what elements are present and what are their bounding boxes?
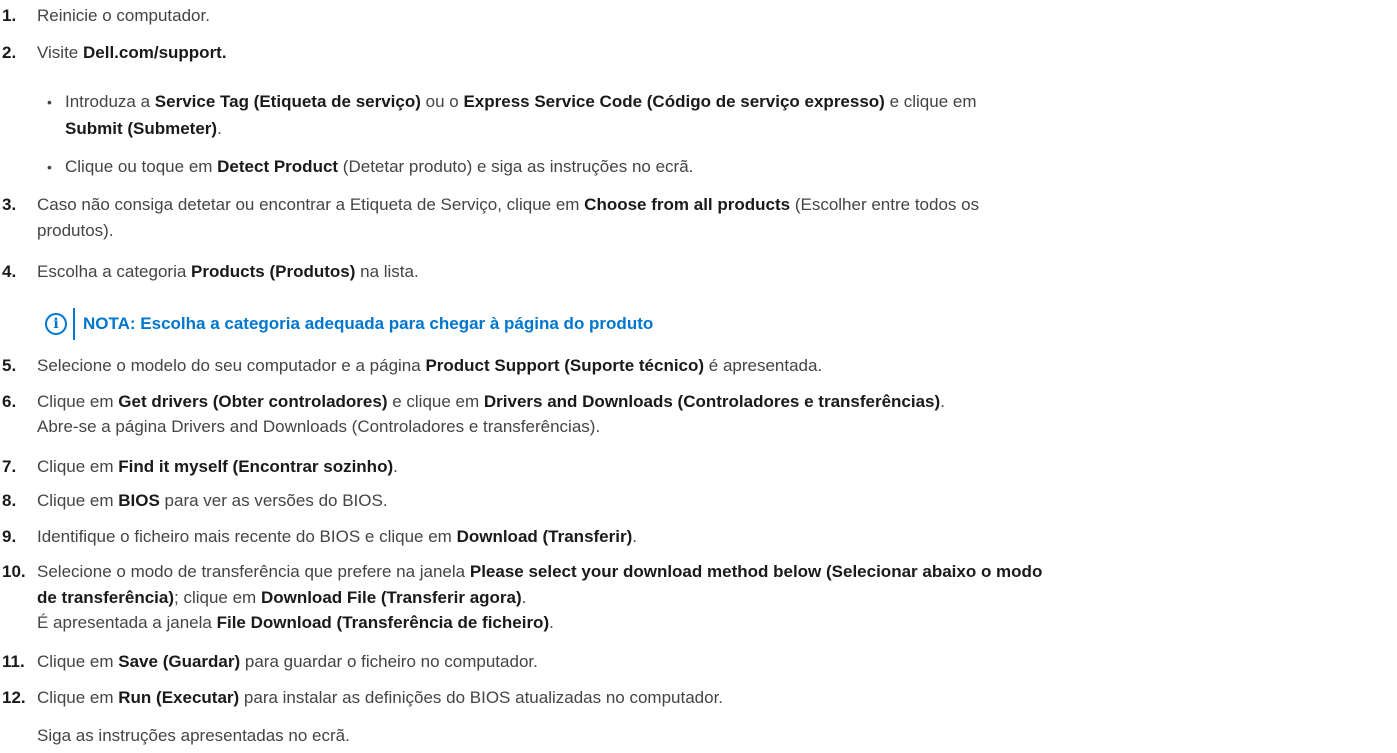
step-text: de transferência); clique em Download Fi… bbox=[37, 586, 1392, 610]
step-text: Visite Dell.com/support. bbox=[37, 41, 1392, 65]
text-run: ; clique em bbox=[174, 588, 261, 607]
step-text: Siga as instruções apresentadas no ecrã. bbox=[37, 726, 350, 745]
bold-term: Find it myself (Encontrar sozinho) bbox=[118, 457, 394, 476]
step-text: Abre-se a página Drivers and Downloads (… bbox=[37, 417, 601, 436]
text-run: para instalar as definições do BIOS atua… bbox=[239, 688, 724, 707]
note-callout: i NOTA: Escolha a categoria adequada par… bbox=[45, 308, 653, 340]
bullet-icon: • bbox=[47, 159, 52, 175]
text-run: Clique em bbox=[37, 688, 119, 707]
step-text: Identifique o ficheiro mais recente do B… bbox=[37, 525, 1392, 549]
text-run: Visite bbox=[37, 43, 83, 62]
step-text: Clique em BIOS para ver as versões do BI… bbox=[37, 489, 1392, 513]
text-run: é apresentada. bbox=[704, 356, 823, 375]
text-run: e clique em bbox=[387, 392, 484, 411]
step-number: 8. bbox=[2, 491, 17, 510]
step-text: Clique em Run (Executar) para instalar a… bbox=[37, 686, 1392, 710]
bold-term: Service Tag (Etiqueta de serviço) bbox=[154, 92, 421, 111]
text-run: . bbox=[521, 588, 527, 607]
bold-term: File Download (Transferência de ficheiro… bbox=[216, 613, 550, 632]
step-text: Clique em Save (Guardar) para guardar o … bbox=[37, 650, 1392, 674]
note-divider bbox=[73, 308, 75, 340]
bullet-icon: • bbox=[47, 94, 52, 110]
step-number: 9. bbox=[2, 527, 17, 546]
step-text: Reinicie o computador. bbox=[37, 6, 210, 25]
bold-term: Submit (Submeter) bbox=[65, 119, 218, 138]
bold-term: Download File (Transferir agora) bbox=[260, 588, 522, 607]
text-run: Selecione o modo de transferência que pr… bbox=[37, 562, 470, 581]
text-run: Clique em bbox=[37, 652, 119, 671]
step-number: 3. bbox=[2, 195, 17, 214]
text-run: na lista. bbox=[355, 262, 419, 281]
text-run: Clique em bbox=[37, 491, 119, 510]
text-run: (Detetar produto) e siga as instruções n… bbox=[338, 157, 694, 176]
bullet-text: • Clique ou toque em Detect Product (Det… bbox=[47, 155, 1365, 179]
step-number: 10. bbox=[2, 562, 26, 581]
bullet-text: • Introduza a Service Tag (Etiqueta de s… bbox=[47, 90, 1365, 114]
text-run: . bbox=[632, 527, 637, 546]
text-run: Selecione o modelo do seu computador e a… bbox=[37, 356, 426, 375]
note-text: NOTA: Escolha a categoria adequada para … bbox=[83, 314, 654, 333]
text-run: . bbox=[549, 613, 554, 632]
text-run: . bbox=[393, 457, 398, 476]
info-icon: i bbox=[45, 313, 67, 335]
text-run: ou o bbox=[420, 92, 464, 111]
step-text: Selecione o modo de transferência que pr… bbox=[37, 560, 1392, 584]
step-number: 2. bbox=[2, 43, 17, 62]
step-number: 6. bbox=[2, 392, 17, 411]
text-run: . bbox=[940, 392, 945, 411]
text-run: . bbox=[217, 119, 222, 138]
step-number: 12. bbox=[2, 688, 26, 707]
bold-term: Express Service Code (Código de serviço … bbox=[463, 92, 885, 111]
text-run: (Escolher entre todos os bbox=[790, 195, 980, 214]
text-run: Identifique o ficheiro mais recente do B… bbox=[37, 527, 457, 546]
bold-term: Dell.com/support. bbox=[83, 43, 227, 62]
step-text: Caso não consiga detetar ou encontrar a … bbox=[37, 193, 1392, 217]
bold-term: Save (Guardar) bbox=[118, 652, 241, 671]
bold-term: de transferência) bbox=[37, 588, 174, 607]
step-text: Selecione o modelo do seu computador e a… bbox=[37, 354, 1392, 378]
text-run: para guardar o ficheiro no computador. bbox=[240, 652, 538, 671]
bullet-text: Submit (Submeter). bbox=[65, 117, 1365, 141]
step-number: 11. bbox=[2, 652, 25, 671]
text-run: Introduza a bbox=[65, 92, 155, 111]
text-run: para ver as versões do BIOS. bbox=[159, 491, 388, 510]
bold-term: Product Support (Suporte técnico) bbox=[425, 356, 705, 375]
text-run: Escolha a categoria bbox=[37, 262, 192, 281]
text-run: É apresentada a janela bbox=[37, 613, 217, 632]
step-text: Clique em Get drivers (Obter controlador… bbox=[37, 390, 1392, 414]
step-number: 5. bbox=[2, 356, 17, 375]
bold-term: Get drivers (Obter controladores) bbox=[118, 392, 388, 411]
text-run: e clique em bbox=[884, 92, 977, 111]
text-run: Clique ou toque em bbox=[65, 157, 218, 176]
step-number: 1. bbox=[2, 6, 17, 25]
bold-term: BIOS bbox=[118, 491, 160, 510]
step-number: 7. bbox=[2, 457, 17, 476]
text-run: Clique em bbox=[37, 457, 119, 476]
text-run: Clique em bbox=[37, 392, 119, 411]
bold-term: Products (Produtos) bbox=[191, 262, 356, 281]
bold-term: Download (Transferir) bbox=[456, 527, 633, 546]
bold-term: Please select your download method below… bbox=[469, 562, 1043, 581]
bold-term: Run (Executar) bbox=[118, 688, 240, 707]
step-text: É apresentada a janela File Download (Tr… bbox=[37, 611, 1392, 635]
bold-term: Choose from all products bbox=[584, 195, 791, 214]
text-run: Caso não consiga detetar ou encontrar a … bbox=[37, 195, 585, 214]
step-text: produtos). bbox=[37, 221, 114, 240]
bold-term: Detect Product bbox=[217, 157, 339, 176]
step-text: Escolha a categoria Products (Produtos) … bbox=[37, 260, 1392, 284]
step-number: 4. bbox=[2, 262, 17, 281]
step-text: Clique em Find it myself (Encontrar sozi… bbox=[37, 455, 1392, 479]
bold-term: Drivers and Downloads (Controladores e t… bbox=[483, 392, 941, 411]
